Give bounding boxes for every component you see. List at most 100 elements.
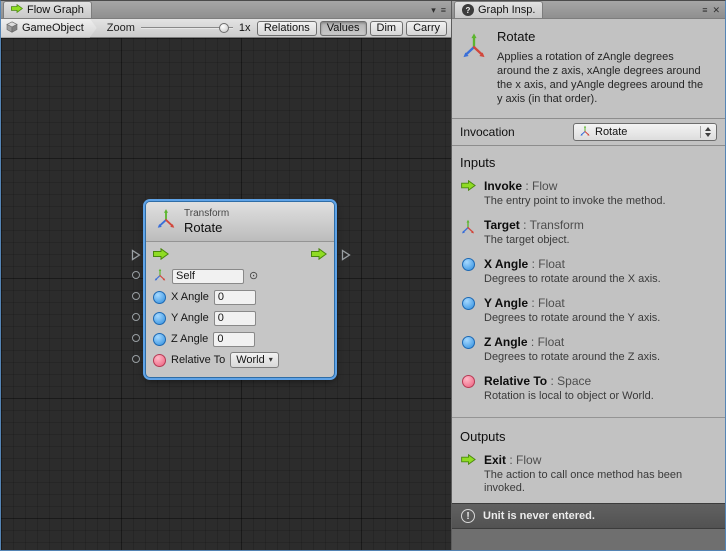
close-icon[interactable]: ✕ (712, 6, 720, 15)
port-item-z-angle: Z Angle : Float Degrees to rotate around… (452, 332, 725, 371)
dropdown-arrow-icon: ▾ (269, 356, 273, 364)
flow-output-port[interactable] (341, 248, 351, 266)
port-item-y-angle: Y Angle : Float Degrees to rotate around… (452, 293, 725, 332)
unit-title: Rotate (497, 29, 709, 44)
relative-to-label: Relative To (171, 354, 225, 366)
port-item-invoke: Invoke : Flow The entry point to invoke … (452, 176, 725, 215)
breadcrumb[interactable]: GameObject (1, 19, 97, 38)
flow-graph-icon (11, 4, 23, 16)
port-item-exit: Exit : Flow The action to call once meth… (452, 450, 725, 502)
x-angle-label: X Angle (171, 291, 209, 303)
flow-arrow-icon (460, 453, 476, 495)
y-angle-row: Y Angle (146, 308, 334, 328)
graph-inspector-icon: ? (462, 4, 474, 16)
inspector-tab-icons: ≡ ✕ (702, 6, 725, 18)
dim-button[interactable]: Dim (370, 21, 404, 36)
values-button[interactable]: Values (320, 21, 367, 36)
flow-graph-tabstrip: Flow Graph ▾ ≡ (1, 1, 451, 19)
target-row: ⊙ (146, 266, 334, 286)
relative-to-row: Relative To World ▾ (146, 350, 334, 370)
tab-graph-inspector[interactable]: ? Graph Insp. (454, 1, 543, 18)
relations-button[interactable]: Relations (257, 21, 317, 36)
z-angle-field[interactable] (213, 332, 255, 347)
bolt-editor-window: Flow Graph ▾ ≡ GameObject Zoom 1x Relati… (0, 0, 726, 551)
y-angle-label: Y Angle (171, 312, 209, 324)
x-angle-row: X Angle (146, 287, 334, 307)
target-transform-icon (153, 268, 167, 285)
node-category: Transform (184, 208, 229, 220)
graph-canvas[interactable]: Transform Rotate ⊙ (1, 38, 451, 550)
zoom-slider-knob[interactable] (219, 23, 229, 33)
tab-flow-graph[interactable]: Flow Graph (3, 1, 92, 18)
exit-arrow-icon[interactable] (311, 248, 327, 263)
outputs-header: Outputs (452, 417, 725, 450)
rotate-node-body: ⊙ X Angle Y Angle (146, 242, 334, 377)
gameobject-cube-icon (6, 21, 18, 36)
graph-inspector-panel: ? Graph Insp. ≡ ✕ Rotate Applies a rotat… (451, 1, 725, 550)
rotate-node-header[interactable]: Transform Rotate (146, 202, 334, 242)
target-field[interactable] (172, 269, 244, 284)
relative-to-dropdown[interactable]: World ▾ (230, 352, 279, 368)
x-angle-dot-icon[interactable] (153, 291, 166, 304)
popup-arrows-icon (700, 126, 711, 138)
object-picker-icon[interactable]: ⊙ (249, 271, 258, 282)
graph-toolbar: GameObject Zoom 1x Relations Values Dim … (1, 19, 451, 38)
rotate-unit-icon (460, 32, 488, 106)
y-angle-port[interactable] (132, 313, 140, 321)
z-angle-port[interactable] (132, 334, 140, 342)
zoom-label: Zoom (107, 22, 135, 34)
float-port-icon (460, 296, 476, 325)
flow-graph-panel: Flow Graph ▾ ≡ GameObject Zoom 1x Relati… (1, 1, 451, 550)
port-item-x-angle: X Angle : Float Degrees to rotate around… (452, 254, 725, 293)
invocation-label: Invocation (460, 125, 573, 139)
unit-description: Applies a rotation of zAngle degrees aro… (497, 50, 709, 106)
warning-text: Unit is never entered. (483, 510, 595, 522)
flow-graph-tab-icons: ▾ ≡ (431, 6, 451, 18)
invocation-dropdown[interactable]: Rotate (573, 123, 717, 141)
relative-to-value: World (236, 354, 265, 366)
port-item-target: Target : Transform The target object. (452, 215, 725, 254)
relative-to-dot-icon[interactable] (153, 354, 166, 367)
port-item-relative-to: Relative To : Space Rotation is local to… (452, 371, 725, 410)
zoom-slider[interactable] (141, 21, 233, 35)
panel-menu-icon[interactable]: ≡ (702, 6, 707, 15)
chevron-down-icon[interactable]: ▾ (431, 6, 436, 15)
invocation-axes-icon (579, 125, 591, 140)
z-angle-dot-icon[interactable] (153, 333, 166, 346)
x-angle-field[interactable] (214, 290, 256, 305)
relative-to-port[interactable] (132, 355, 140, 363)
tab-graph-inspector-label: Graph Insp. (478, 4, 535, 16)
inputs-header: Inputs (452, 146, 725, 176)
breadcrumb-label: GameObject (22, 22, 84, 34)
transform-axes-icon (155, 208, 177, 235)
z-angle-label: Z Angle (171, 333, 208, 345)
inspector-footer (452, 529, 725, 550)
enum-port-icon (460, 374, 476, 403)
float-port-icon (460, 257, 476, 286)
float-port-icon (460, 335, 476, 364)
flow-arrow-icon (460, 179, 476, 208)
transform-axes-icon (460, 218, 476, 247)
y-angle-field[interactable] (214, 311, 256, 326)
node-title: Rotate (184, 220, 229, 235)
flow-row (146, 245, 334, 265)
panel-menu-icon[interactable]: ≡ (441, 6, 446, 15)
tab-flow-graph-label: Flow Graph (27, 4, 84, 16)
invocation-value: Rotate (595, 126, 627, 138)
invocation-row: Invocation Rotate (452, 119, 725, 146)
toolbar-buttons: Relations Values Dim Carry (254, 21, 451, 36)
flow-input-port[interactable] (131, 248, 141, 266)
y-angle-dot-icon[interactable] (153, 312, 166, 325)
rotate-node-wrap: Transform Rotate ⊙ (129, 201, 355, 383)
zoom-value: 1x (239, 22, 251, 34)
inspector-tabstrip: ? Graph Insp. ≡ ✕ (452, 1, 725, 19)
inspector-header: Rotate Applies a rotation of zAngle degr… (452, 19, 725, 119)
carry-button[interactable]: Carry (406, 21, 447, 36)
warning-icon: ! (461, 509, 475, 523)
x-angle-port[interactable] (132, 292, 140, 300)
invoke-arrow-icon[interactable] (153, 248, 169, 263)
z-angle-row: Z Angle (146, 329, 334, 349)
warning-bar: ! Unit is never entered. (452, 503, 725, 529)
rotate-node[interactable]: Transform Rotate ⊙ (145, 201, 335, 378)
target-port[interactable] (132, 271, 140, 279)
